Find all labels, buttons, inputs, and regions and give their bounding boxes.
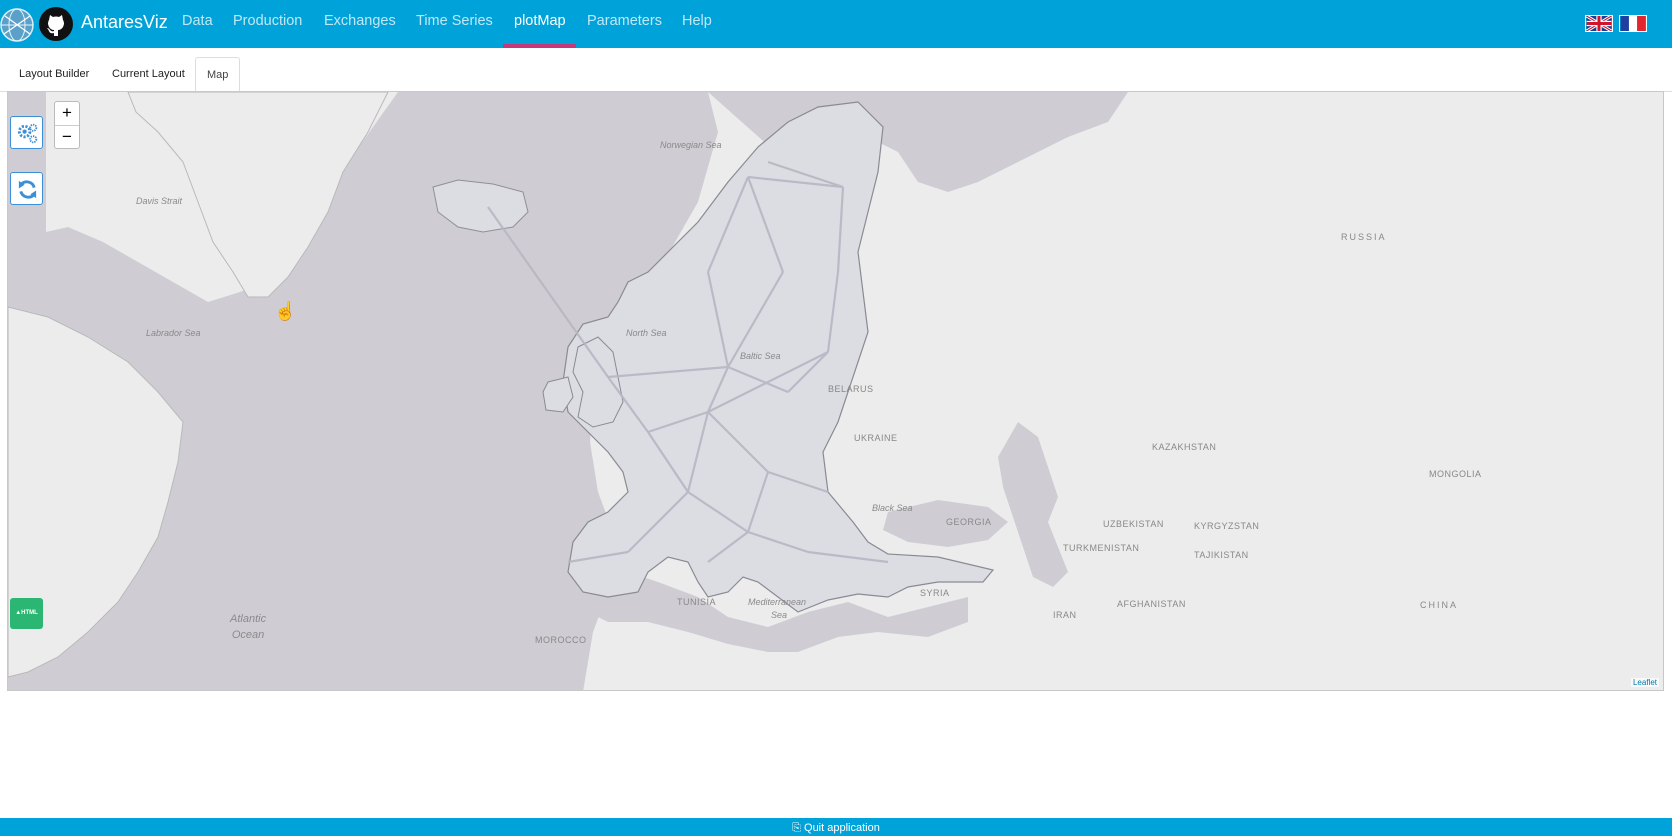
refresh-icon <box>18 180 37 199</box>
quit-application-button[interactable]: ⎘ Quit application <box>792 820 880 837</box>
sea-label-davis-strait: Davis Strait <box>136 196 183 206</box>
sea-label-north-sea: North Sea <box>626 328 667 338</box>
github-icon[interactable] <box>38 6 74 42</box>
french-flag-icon[interactable] <box>1619 15 1647 32</box>
country-label-turkmenistan: TURKMENISTAN <box>1063 543 1140 553</box>
sea-label-baltic: Baltic Sea <box>740 351 781 361</box>
nav-item-plotmap[interactable]: plotMap <box>514 13 566 29</box>
tab-map[interactable]: Map <box>195 57 241 92</box>
antares-globe-logo-icon <box>0 8 34 42</box>
country-label-morocco: MOROCCO <box>535 635 587 645</box>
nav-item-time-series[interactable]: Time Series <box>416 13 493 29</box>
footer-bar: ⎘ Quit application <box>0 818 1672 836</box>
sea-label-norwegian: Norwegian Sea <box>660 140 722 150</box>
sea-label-mediterranean-line1: Mediterranean <box>748 597 807 607</box>
zoom-in-button[interactable]: + <box>55 102 79 125</box>
tab-layout-builder[interactable]: Layout Builder <box>8 57 100 92</box>
country-label-iran: IRAN <box>1053 610 1077 620</box>
nav-item-data[interactable]: Data <box>182 13 213 29</box>
top-navbar: AntaresViz Data Production Exchanges Tim… <box>0 0 1672 48</box>
country-label-ukraine: UKRAINE <box>854 433 898 443</box>
country-label-kazakhstan: KAZAKHSTAN <box>1152 442 1217 452</box>
country-label-afghanistan: AFGHANISTAN <box>1117 599 1186 609</box>
sea-label-mediterranean-line2: Sea <box>771 610 788 620</box>
country-label-mongolia: MONGOLIA <box>1429 469 1482 479</box>
ocean-label-line2: Ocean <box>231 629 265 641</box>
zoom-control: + − <box>54 101 80 149</box>
nav-item-exchanges[interactable]: Exchanges <box>324 13 396 29</box>
country-label-syria: SYRIA <box>920 588 950 598</box>
refresh-button[interactable] <box>10 172 43 205</box>
sea-label-black-sea: Black Sea <box>872 503 913 513</box>
zoom-out-button[interactable]: − <box>55 125 79 148</box>
leaflet-map[interactable]: Norwegian Sea Davis Strait Labrador Sea … <box>7 91 1664 691</box>
nav-item-production[interactable]: Production <box>233 13 302 29</box>
export-html-button[interactable]: ▲HTML <box>10 598 43 629</box>
country-label-belarus: BELARUS <box>828 384 874 394</box>
english-flag-icon[interactable] <box>1585 15 1613 32</box>
country-label-china: CHINA <box>1420 600 1459 610</box>
sea-label-labrador: Labrador Sea <box>146 328 201 338</box>
country-label-tunisia: TUNISIA <box>677 597 717 607</box>
layout-tabs: Layout Builder Current Layout Map <box>0 57 1672 92</box>
map-settings-button[interactable] <box>10 116 43 149</box>
hand-cursor-icon: ☝ <box>274 301 297 321</box>
nav-item-help[interactable]: Help <box>682 13 712 29</box>
active-nav-indicator <box>503 44 576 48</box>
nav-item-parameters[interactable]: Parameters <box>587 13 662 29</box>
country-label-georgia: GEORGIA <box>946 517 992 527</box>
ocean-label-line1: Atlantic <box>230 613 267 625</box>
tab-current-layout[interactable]: Current Layout <box>101 57 196 92</box>
ocean-label-atlantic: Atlantic Ocean <box>230 611 266 643</box>
country-label-kyrgyzstan: KYRGYZSTAN <box>1194 521 1260 531</box>
country-label-uzbekistan: UZBEKISTAN <box>1103 519 1164 529</box>
country-label-russia: RUSSIA <box>1341 232 1387 242</box>
leaflet-attribution-link[interactable]: Leaflet <box>1630 678 1659 687</box>
country-label-tajikistan: TAJIKISTAN <box>1194 550 1249 560</box>
app-title[interactable]: AntaresViz <box>81 12 168 33</box>
gears-icon <box>17 123 38 144</box>
